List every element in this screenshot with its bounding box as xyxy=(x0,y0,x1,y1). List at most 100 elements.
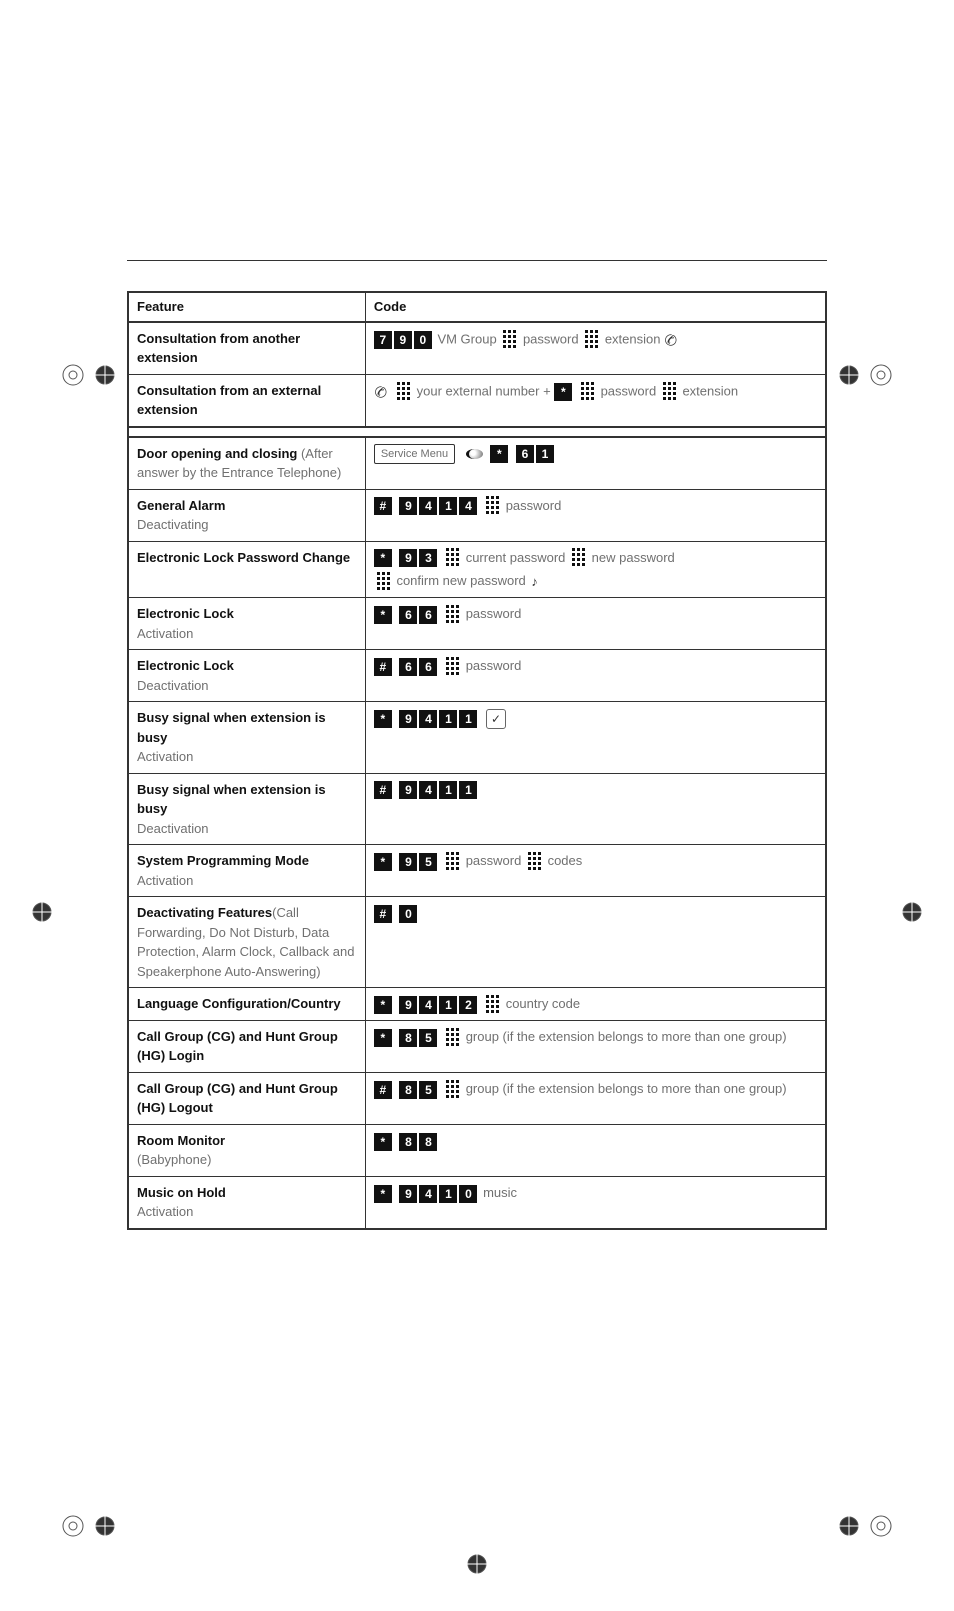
key-sequence: * xyxy=(490,445,508,463)
key-sequence: 9411 xyxy=(399,781,477,799)
keypad-icon xyxy=(446,657,459,675)
crop-mark-br xyxy=(839,1496,899,1556)
key-sequence: 88 xyxy=(399,1133,437,1151)
code-text: password xyxy=(601,383,657,398)
code-text: group (if the extension belongs to more … xyxy=(466,1029,787,1044)
feature-title: General Alarm xyxy=(137,498,225,513)
table-separator xyxy=(128,427,826,437)
feature-title: Busy signal when extension is busy xyxy=(137,710,326,745)
table-row: System Programming Mode Activation * 95 … xyxy=(128,845,826,897)
crop-mark-bc xyxy=(455,1542,499,1586)
feature-sub: Activation xyxy=(137,1204,193,1219)
feature-title: Door opening and closing xyxy=(137,446,297,461)
table-row: Consultation from an external extension … xyxy=(128,374,826,427)
table-row: Call Group (CG) and Hunt Group (HG) Logo… xyxy=(128,1072,826,1124)
key-sequence: 85 xyxy=(399,1081,437,1099)
key-sequence: * xyxy=(374,549,392,567)
feature-title: Electronic Lock xyxy=(137,606,234,621)
key-sequence: 66 xyxy=(399,658,437,676)
key-sequence: 85 xyxy=(399,1029,437,1047)
key-sequence: * xyxy=(554,383,572,401)
key-sequence: # xyxy=(374,781,392,799)
key-sequence: 9412 xyxy=(399,996,477,1014)
key-sequence: * xyxy=(374,996,392,1014)
keypad-icon xyxy=(446,852,459,870)
header-feature: Feature xyxy=(128,292,365,322)
crop-mark-ml xyxy=(20,890,64,934)
key-sequence: # xyxy=(374,905,392,923)
table-row: Call Group (CG) and Hunt Group (HG) Logi… xyxy=(128,1020,826,1072)
document-page: Feature Code Consultation from another e… xyxy=(107,260,847,1430)
feature-sub: Deactivation xyxy=(137,678,209,693)
feature-sub: Activation xyxy=(137,749,193,764)
key-sequence: * xyxy=(374,1133,392,1151)
key-sequence: * xyxy=(374,1185,392,1203)
table-row: Busy signal when extension is busy Activ… xyxy=(128,702,826,774)
table-row: Busy signal when extension is busy Deact… xyxy=(128,773,826,845)
feature-title: Electronic Lock xyxy=(137,658,234,673)
table-row: General Alarm Deactivating # 9414 passwo… xyxy=(128,489,826,541)
keypad-icon xyxy=(585,330,598,348)
code-text: country code xyxy=(506,996,580,1011)
key-sequence: # xyxy=(374,1081,392,1099)
key-sequence: * xyxy=(374,853,392,871)
keypad-icon xyxy=(503,330,516,348)
code-text: password xyxy=(466,606,522,621)
key-sequence: 790 xyxy=(374,331,432,349)
keypad-icon xyxy=(446,605,459,623)
feature-title: System Programming Mode xyxy=(137,853,309,868)
key-sequence: * xyxy=(374,710,392,728)
header-code: Code xyxy=(365,292,826,322)
code-text: music xyxy=(483,1185,517,1200)
code-text: new password xyxy=(592,550,675,565)
crop-mark-tl xyxy=(55,345,115,405)
feature-title: Music on Hold xyxy=(137,1185,226,1200)
header-rule xyxy=(127,260,827,261)
feature-title: Language Configuration/Country xyxy=(137,996,341,1011)
check-confirm-icon: ✓ xyxy=(486,709,506,729)
keypad-icon xyxy=(486,496,499,514)
code-text: current password xyxy=(466,550,566,565)
feature-sub: Activation xyxy=(137,626,193,641)
table-row: Language Configuration/Country * 9412 co… xyxy=(128,988,826,1021)
service-menu-box: Service Menu xyxy=(374,444,455,465)
code-text: extension xyxy=(682,383,738,398)
feature-sub: Deactivation xyxy=(137,821,209,836)
code-text: codes xyxy=(548,853,583,868)
table-row: Electronic Lock Password Change * 93 cur… xyxy=(128,541,826,598)
key-sequence: 9411 xyxy=(399,710,477,728)
feature-title: Room Monitor xyxy=(137,1133,225,1148)
keypad-icon xyxy=(528,852,541,870)
handset-hangup-icon: ✆ xyxy=(660,328,686,350)
key-sequence: 93 xyxy=(399,549,437,567)
table-row: Electronic Lock Activation * 66 password xyxy=(128,598,826,650)
key-sequence: * xyxy=(374,606,392,624)
code-text: extension xyxy=(605,331,661,346)
feature-title: Consultation from an external extension xyxy=(137,383,321,418)
feature-sub: Deactivating xyxy=(137,517,209,532)
code-text: password xyxy=(466,658,522,673)
keypad-icon xyxy=(581,382,594,400)
keypad-icon xyxy=(486,995,499,1013)
keypad-icon xyxy=(663,382,676,400)
feature-title: Deactivating Features xyxy=(137,905,272,920)
keypad-icon xyxy=(446,1028,459,1046)
key-sequence: # xyxy=(374,658,392,676)
key-sequence: 95 xyxy=(399,853,437,871)
feature-title: Call Group (CG) and Hunt Group (HG) Logo… xyxy=(137,1081,338,1116)
code-text: confirm new password xyxy=(396,573,525,588)
crop-mark-bl xyxy=(55,1496,115,1556)
key-sequence: 9410 xyxy=(399,1185,477,1203)
code-text: password xyxy=(523,331,579,346)
keypad-icon xyxy=(397,382,410,400)
code-text: password xyxy=(506,498,562,513)
key-sequence: # xyxy=(374,497,392,515)
table-row: Door opening and closing (After answer b… xyxy=(128,437,826,490)
crop-mark-mr xyxy=(890,890,934,934)
table-row: Electronic Lock Deactivation # 66 passwo… xyxy=(128,650,826,702)
table-row: Room Monitor (Babyphone) * 88 xyxy=(128,1124,826,1176)
table-header-row: Feature Code xyxy=(128,292,826,322)
crop-mark-tr xyxy=(839,345,899,405)
led-indicator-icon xyxy=(463,449,483,459)
code-text: group (if the extension belongs to more … xyxy=(466,1081,787,1096)
